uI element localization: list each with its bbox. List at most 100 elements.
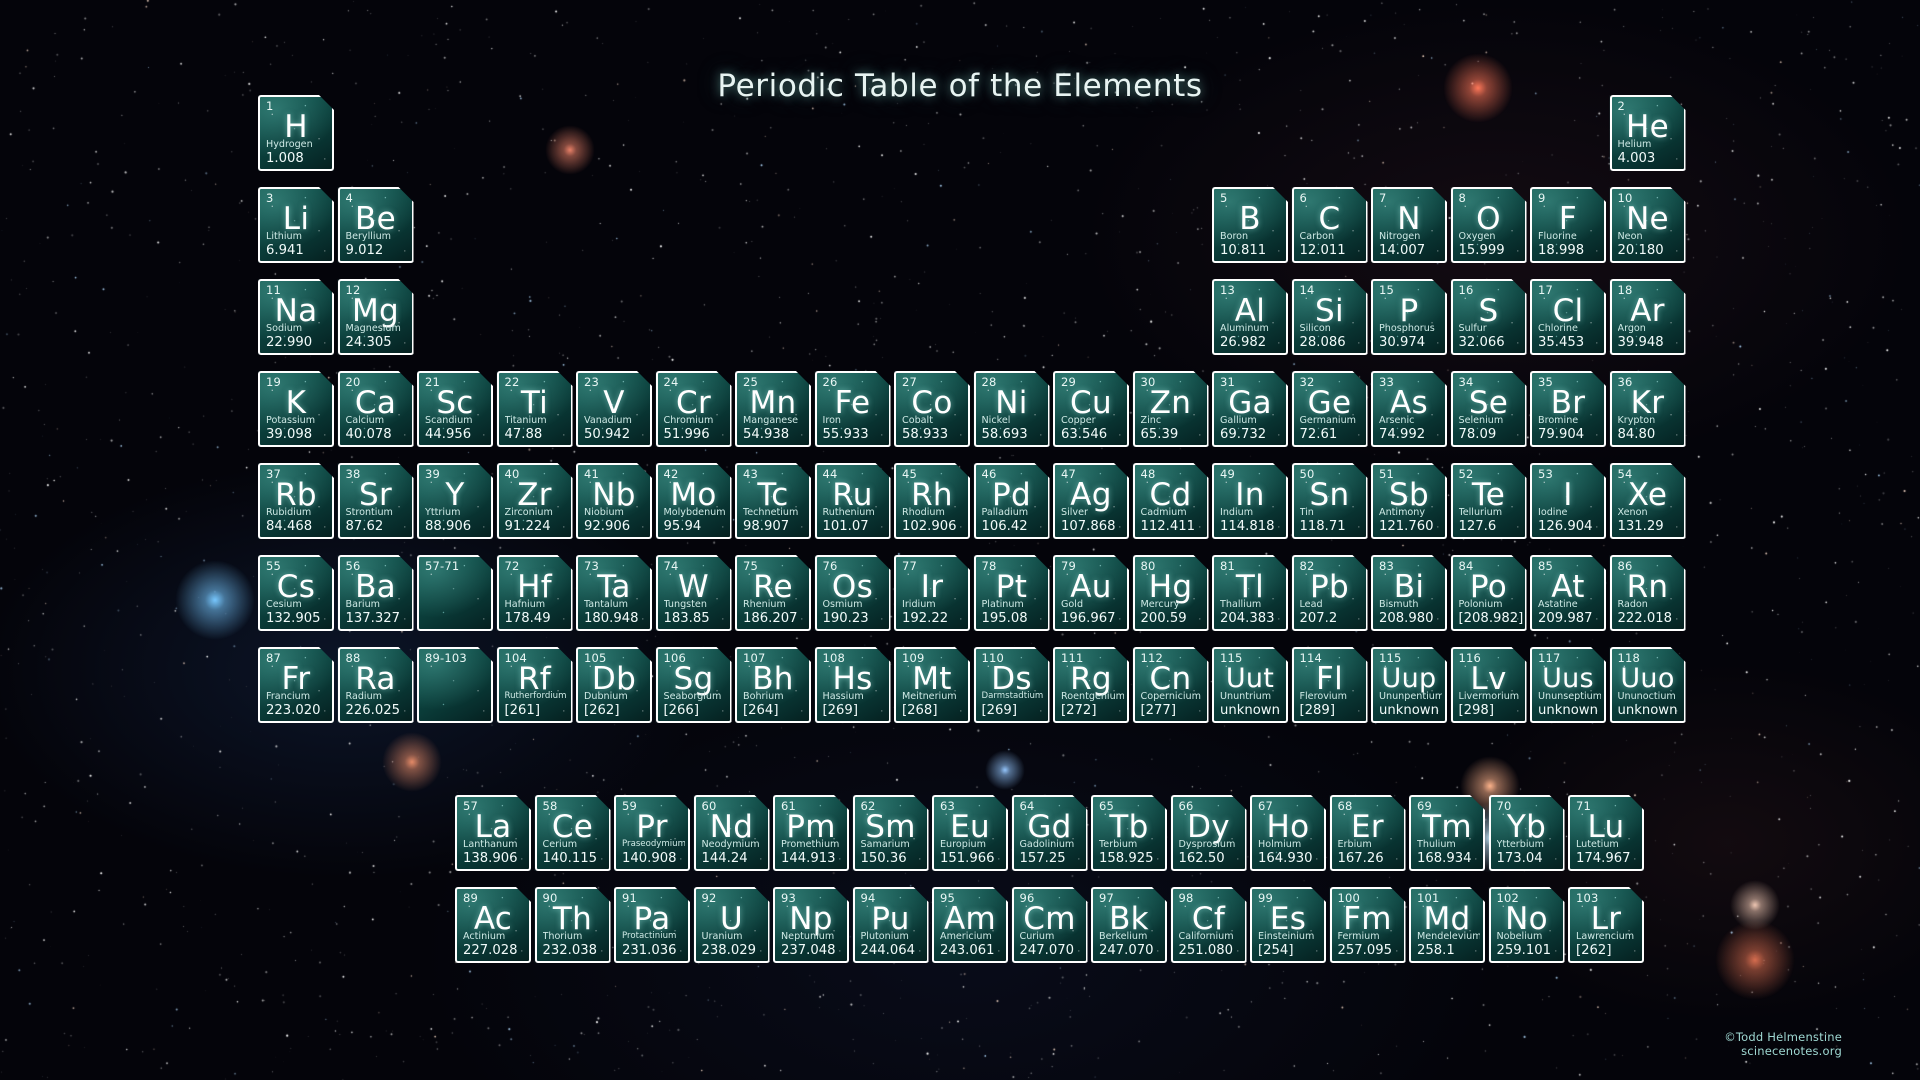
element-cell-ru[interactable]: 44RuRuthenium101.07 (815, 463, 891, 539)
element-cell-ca[interactable]: 20CaCalcium40.078 (338, 371, 414, 447)
element-cell-s[interactable]: 16SSulfur32.066 (1451, 279, 1527, 355)
element-cell-al[interactable]: 13AlAluminum26.982 (1212, 279, 1288, 355)
element-cell-mg[interactable]: 12MgMagnesium24.305 (338, 279, 414, 355)
element-cell-uuo[interactable]: 118UuoUnunoctiumunknown (1610, 647, 1686, 723)
element-cell-cr[interactable]: 24CrChromium51.996 (656, 371, 732, 447)
element-cell-i[interactable]: 53IIodine126.904 (1530, 463, 1606, 539)
element-cell-uut[interactable]: 115UutUnuntriumunknown (1212, 647, 1288, 723)
element-cell-lr[interactable]: 103LrLawrencium[262] (1568, 887, 1644, 963)
element-cell-rb[interactable]: 37RbRubidium84.468 (258, 463, 334, 539)
element-cell-f[interactable]: 9FFluorine18.998 (1530, 187, 1606, 263)
element-range-cell-89-103[interactable]: 89-103 (417, 647, 493, 723)
element-cell-sg[interactable]: 106SgSeaborgium[266] (656, 647, 732, 723)
element-cell-mt[interactable]: 109MtMeitnerium[268] (894, 647, 970, 723)
element-cell-cf[interactable]: 98CfCalifornium251.080 (1171, 887, 1247, 963)
element-cell-fe[interactable]: 26FeIron55.933 (815, 371, 891, 447)
element-cell-hs[interactable]: 108HsHassium[269] (815, 647, 891, 723)
element-cell-at[interactable]: 85AtAstatine209.987 (1530, 555, 1606, 631)
element-cell-fr[interactable]: 87FrFrancium223.020 (258, 647, 334, 723)
element-cell-tc[interactable]: 43TcTechnetium98.907 (735, 463, 811, 539)
element-cell-h[interactable]: 1HHydrogen1.008 (258, 95, 334, 171)
element-cell-es[interactable]: 99EsEinsteinium[254] (1250, 887, 1326, 963)
element-cell-rg[interactable]: 111RgRoentgenium[272] (1053, 647, 1129, 723)
element-cell-ti[interactable]: 22TiTitanium47.88 (497, 371, 573, 447)
element-cell-cd[interactable]: 48CdCadmium112.411 (1133, 463, 1209, 539)
element-cell-zn[interactable]: 30ZnZinc65.39 (1133, 371, 1209, 447)
element-cell-fm[interactable]: 100FmFermium257.095 (1330, 887, 1406, 963)
element-cell-ra[interactable]: 88RaRadium226.025 (338, 647, 414, 723)
element-cell-la[interactable]: 57LaLanthanum138.906 (455, 795, 531, 871)
element-cell-ir[interactable]: 77IrIridium192.22 (894, 555, 970, 631)
element-cell-cu[interactable]: 29CuCopper63.546 (1053, 371, 1129, 447)
element-cell-po[interactable]: 84PoPolonium[208.982] (1451, 555, 1527, 631)
element-cell-w[interactable]: 74WTungsten183.85 (656, 555, 732, 631)
element-cell-ga[interactable]: 31GaGallium69.732 (1212, 371, 1288, 447)
element-cell-he[interactable]: 2HeHelium4.003 (1610, 95, 1686, 171)
element-cell-cs[interactable]: 55CsCesium132.905 (258, 555, 334, 631)
element-cell-fl[interactable]: 114FlFlerovium[289] (1292, 647, 1368, 723)
element-cell-bh[interactable]: 107BhBohrium[264] (735, 647, 811, 723)
element-cell-k[interactable]: 19KPotassium39.098 (258, 371, 334, 447)
element-cell-sc[interactable]: 21ScScandium44.956 (417, 371, 493, 447)
element-cell-hg[interactable]: 80HgMercury200.59 (1133, 555, 1209, 631)
element-cell-li[interactable]: 3LiLithium6.941 (258, 187, 334, 263)
element-cell-xe[interactable]: 54XeXenon131.29 (1610, 463, 1686, 539)
element-cell-bk[interactable]: 97BkBerkelium247.070 (1091, 887, 1167, 963)
element-cell-md[interactable]: 101MdMendelevium258.1 (1409, 887, 1485, 963)
element-cell-am[interactable]: 95AmAmericium243.061 (932, 887, 1008, 963)
element-cell-v[interactable]: 23VVanadium50.942 (576, 371, 652, 447)
element-cell-si[interactable]: 14SiSilicon28.086 (1292, 279, 1368, 355)
element-cell-ag[interactable]: 47AgSilver107.868 (1053, 463, 1129, 539)
element-cell-lv[interactable]: 116LvLivermorium[298] (1451, 647, 1527, 723)
element-cell-nb[interactable]: 41NbNiobium92.906 (576, 463, 652, 539)
element-cell-b[interactable]: 5BBoron10.811 (1212, 187, 1288, 263)
element-cell-pd[interactable]: 46PdPalladium106.42 (974, 463, 1050, 539)
element-cell-se[interactable]: 34SeSelenium78.09 (1451, 371, 1527, 447)
element-cell-dy[interactable]: 66DyDysprosium162.50 (1171, 795, 1247, 871)
element-cell-pm[interactable]: 61PmPromethium144.913 (773, 795, 849, 871)
element-cell-ni[interactable]: 28NiNickel58.693 (974, 371, 1050, 447)
element-cell-as[interactable]: 33AsArsenic74.992 (1371, 371, 1447, 447)
element-cell-br[interactable]: 35BrBromine79.904 (1530, 371, 1606, 447)
element-cell-c[interactable]: 6CCarbon12.011 (1292, 187, 1368, 263)
element-cell-tb[interactable]: 65TbTerbium158.925 (1091, 795, 1167, 871)
element-cell-pa[interactable]: 91PaProtactinium231.036 (614, 887, 690, 963)
element-cell-sb[interactable]: 51SbAntimony121.760 (1371, 463, 1447, 539)
element-cell-ba[interactable]: 56BaBarium137.327 (338, 555, 414, 631)
element-cell-re[interactable]: 75ReRhenium186.207 (735, 555, 811, 631)
element-cell-tl[interactable]: 81TlThallium204.383 (1212, 555, 1288, 631)
element-cell-ar[interactable]: 18ArArgon39.948 (1610, 279, 1686, 355)
element-cell-sm[interactable]: 62SmSamarium150.36 (853, 795, 929, 871)
element-cell-rn[interactable]: 86RnRadon222.018 (1610, 555, 1686, 631)
element-cell-ds[interactable]: 110DsDarmstadtium[269] (974, 647, 1050, 723)
element-cell-o[interactable]: 8OOxygen15.999 (1451, 187, 1527, 263)
element-cell-ac[interactable]: 89AcActinium227.028 (455, 887, 531, 963)
element-cell-sr[interactable]: 38SrStrontium87.62 (338, 463, 414, 539)
element-cell-te[interactable]: 52TeTellurium127.6 (1451, 463, 1527, 539)
element-cell-os[interactable]: 76OsOsmium190.23 (815, 555, 891, 631)
element-cell-ge[interactable]: 32GeGermanium72.61 (1292, 371, 1368, 447)
element-cell-ne[interactable]: 10NeNeon20.180 (1610, 187, 1686, 263)
element-cell-gd[interactable]: 64GdGadolinium157.25 (1012, 795, 1088, 871)
element-cell-p[interactable]: 15PPhosphorus30.974 (1371, 279, 1447, 355)
element-cell-na[interactable]: 11NaSodium22.990 (258, 279, 334, 355)
element-cell-zr[interactable]: 40ZrZirconium91.224 (497, 463, 573, 539)
element-cell-tm[interactable]: 69TmThulium168.934 (1409, 795, 1485, 871)
element-cell-sn[interactable]: 50SnTin118.71 (1292, 463, 1368, 539)
element-cell-hf[interactable]: 72HfHafnium178.49 (497, 555, 573, 631)
element-cell-eu[interactable]: 63EuEuropium151.966 (932, 795, 1008, 871)
element-cell-np[interactable]: 93NpNeptunium237.048 (773, 887, 849, 963)
element-cell-ta[interactable]: 73TaTantalum180.948 (576, 555, 652, 631)
element-range-cell-57-71[interactable]: 57-71 (417, 555, 493, 631)
element-cell-cn[interactable]: 112CnCopernicium[277] (1133, 647, 1209, 723)
element-cell-mn[interactable]: 25MnManganese54.938 (735, 371, 811, 447)
element-cell-ho[interactable]: 67HoHolmium164.930 (1250, 795, 1326, 871)
element-cell-er[interactable]: 68ErErbium167.26 (1330, 795, 1406, 871)
element-cell-pu[interactable]: 94PuPlutonium244.064 (853, 887, 929, 963)
element-cell-lu[interactable]: 71LuLutetium174.967 (1568, 795, 1644, 871)
element-cell-pr[interactable]: 59PrPraseodymium140.908 (614, 795, 690, 871)
element-cell-co[interactable]: 27CoCobalt58.933 (894, 371, 970, 447)
element-cell-pt[interactable]: 78PtPlatinum195.08 (974, 555, 1050, 631)
element-cell-u[interactable]: 92UUranium238.029 (694, 887, 770, 963)
element-cell-be[interactable]: 4BeBeryllium9.012 (338, 187, 414, 263)
